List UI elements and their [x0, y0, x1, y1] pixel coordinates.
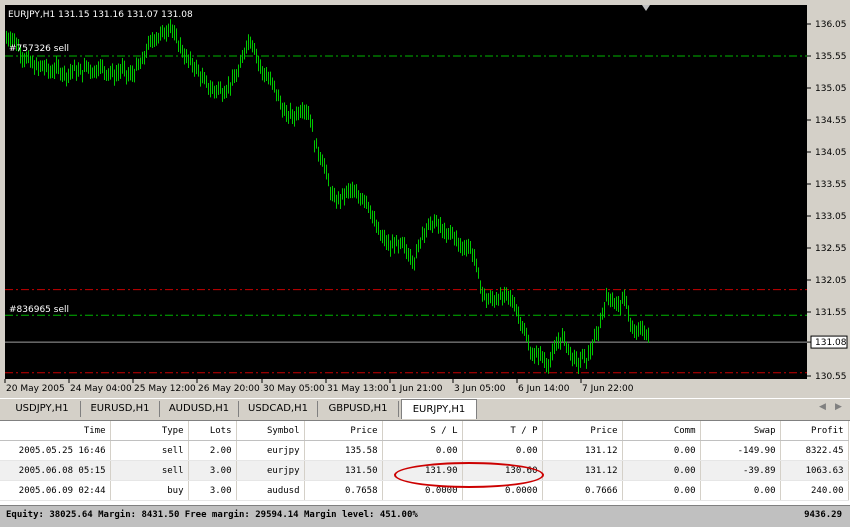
cell-swap: -149.90	[700, 440, 781, 461]
cell-price: 135.58	[304, 440, 383, 461]
time-tick-label: 30 May 05:00	[263, 384, 325, 394]
cell-lots: 2.00	[188, 440, 237, 461]
price-tick-label: 133.55	[815, 180, 847, 190]
price-tick-label: 133.05	[815, 212, 847, 222]
cell-sl: 0.00	[382, 440, 463, 461]
chart-tabs-bar: USDJPY,H1 EURUSD,H1 AUDUSD,H1 USDCAD,H1 …	[0, 398, 850, 419]
time-tick-label: 26 May 20:00	[198, 384, 260, 394]
col-lots[interactable]: Lots	[188, 421, 237, 441]
tab-usdcad[interactable]: USDCAD,H1	[239, 401, 318, 417]
col-swap[interactable]: Swap	[700, 421, 781, 441]
cell-type: sell	[110, 440, 189, 461]
price-tick-label: 134.55	[815, 116, 847, 126]
order-label-836965: #836965 sell	[9, 305, 69, 315]
time-tick-label: 3 Jun 05:00	[454, 384, 506, 394]
col-comm[interactable]: Comm	[622, 421, 701, 441]
cell-type: sell	[110, 460, 189, 481]
price-tick-label: 131.55	[815, 308, 847, 318]
cell-tp: 130.60	[462, 460, 543, 481]
chart-background	[5, 5, 807, 379]
price-tick-label: 131.08	[815, 338, 847, 348]
col-tp[interactable]: T / P	[462, 421, 543, 441]
cell-sl: 0.0000	[382, 480, 463, 501]
cell-current-price: 131.12	[542, 460, 623, 481]
account-status-bar: Equity: 38025.64 Margin: 8431.50 Free ma…	[0, 505, 850, 527]
cell-profit: 1063.63	[780, 460, 849, 481]
col-sl[interactable]: S / L	[382, 421, 463, 441]
cell-swap: -39.89	[700, 460, 781, 481]
col-time[interactable]: Time	[0, 421, 111, 441]
tab-gbpusd[interactable]: GBPUSD,H1	[318, 401, 399, 417]
time-tick-label: 7 Jun 22:00	[582, 384, 634, 394]
cell-comm: 0.00	[622, 440, 701, 461]
cell-symbol: eurjpy	[236, 460, 305, 481]
cell-sl: 131.90	[382, 460, 463, 481]
table-row[interactable]: 2005.05.25 16:46 sell 2.00 eurjpy 135.58…	[0, 440, 849, 461]
time-tick-label: 31 May 13:00	[327, 384, 389, 394]
cell-swap: 0.00	[700, 480, 781, 501]
time-tick-label: 6 Jun 14:00	[518, 384, 570, 394]
cell-time: 2005.05.25 16:46	[0, 440, 111, 461]
price-tick-label: 135.55	[815, 52, 847, 62]
cell-symbol: audusd	[236, 480, 305, 501]
cell-current-price: 0.7666	[542, 480, 623, 501]
cell-lots: 3.00	[188, 460, 237, 481]
col-type[interactable]: Type	[110, 421, 189, 441]
table-header-row: Time Type Lots Symbol Price S / L T / P …	[0, 421, 849, 441]
price-tick-label: 135.05	[815, 84, 847, 94]
table-row[interactable]: 2005.06.08 05:15 sell 3.00 eurjpy 131.50…	[0, 460, 849, 481]
price-tick-label: 134.05	[815, 148, 847, 158]
col-symbol[interactable]: Symbol	[236, 421, 305, 441]
cell-profit: 8322.45	[780, 440, 849, 461]
price-chart[interactable]: 136.05 135.55 135.05 134.55 134.05 133.55 133.…	[0, 0, 850, 398]
cell-profit: 240.00	[780, 480, 849, 501]
tab-eurjpy[interactable]: EURJPY,H1	[401, 399, 477, 419]
cell-lots: 3.00	[188, 480, 237, 501]
price-tick-label: 132.55	[815, 244, 847, 254]
cell-price: 0.7658	[304, 480, 383, 501]
scroll-left-icon[interactable]: ◀	[819, 402, 826, 412]
total-profit: 9436.29	[804, 510, 842, 520]
cell-time: 2005.06.09 02:44	[0, 480, 111, 501]
chart-window[interactable]: 136.05 135.55 135.05 134.55 134.05 133.55 133.…	[0, 0, 850, 398]
tab-audusd[interactable]: AUDUSD,H1	[160, 401, 239, 417]
price-tick-label: 136.05	[815, 20, 847, 30]
col-profit[interactable]: Profit	[780, 421, 849, 441]
cell-comm: 0.00	[622, 480, 701, 501]
time-tick-label: 20 May 2005	[6, 384, 65, 394]
price-tick-label: 132.05	[815, 276, 847, 286]
trade-table: Time Type Lots Symbol Price S / L T / P …	[0, 421, 849, 501]
account-summary: Equity: 38025.64 Margin: 8431.50 Free ma…	[6, 510, 418, 520]
cell-tp: 0.0000	[462, 480, 543, 501]
order-label-757326: #757326 sell	[9, 44, 69, 54]
col-price[interactable]: Price	[304, 421, 383, 441]
col-current-price[interactable]: Price	[542, 421, 623, 441]
cell-comm: 0.00	[622, 460, 701, 481]
tab-eurusd[interactable]: EURUSD,H1	[81, 401, 160, 417]
cell-time: 2005.06.08 05:15	[0, 460, 111, 481]
time-tick-label: 1 Jun 21:00	[391, 384, 443, 394]
table-row[interactable]: 2005.06.09 02:44 buy 3.00 audusd 0.7658 …	[0, 480, 849, 501]
price-tick-label: 130.55	[815, 372, 847, 382]
time-tick-label: 25 May 12:00	[134, 384, 196, 394]
cell-type: buy	[110, 480, 189, 501]
time-tick-label: 24 May 04:00	[70, 384, 132, 394]
scroll-right-icon[interactable]: ▶	[835, 402, 842, 412]
cell-price: 131.50	[304, 460, 383, 481]
cell-current-price: 131.12	[542, 440, 623, 461]
cell-symbol: eurjpy	[236, 440, 305, 461]
chart-header: EURJPY,H1 131.15 131.16 131.07 131.08	[8, 10, 193, 20]
cell-tp: 0.00	[462, 440, 543, 461]
tab-usdjpy[interactable]: USDJPY,H1	[4, 401, 81, 417]
